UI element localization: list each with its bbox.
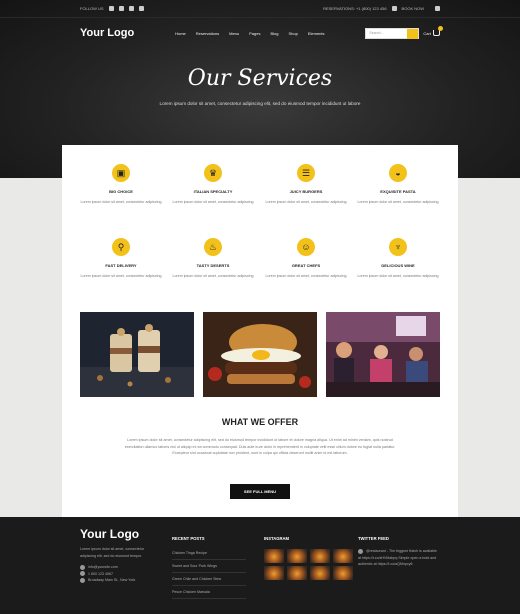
instagram-thumb[interactable] (264, 549, 284, 563)
scooter-icon: ⚲ (112, 238, 130, 256)
service-desc: Lorem ipsum dolor sit amet, consectetur … (80, 200, 162, 204)
instagram-thumb[interactable] (333, 566, 353, 580)
service-item: ♆ DELICIOUS WINE Lorem ipsum dolor sit a… (352, 238, 444, 279)
cupcake-icon: ♨ (204, 238, 222, 256)
service-title: DELICIOUS WINE (381, 263, 415, 268)
menu: Home Reservations Menu Pages Blog Shop E… (175, 31, 324, 36)
page-title: Our Services (187, 66, 333, 91)
hero-subtitle: Lorem ipsum dolor sit amet, consectetur … (159, 101, 361, 106)
burger-photo[interactable] (203, 312, 317, 397)
service-item: ⚲ FAST DELIVERY Lorem ipsum dolor sit am… (75, 238, 167, 279)
service-desc: Lorem ipsum dolor sit amet, consectetur … (357, 200, 439, 204)
instagram-title: INSTAGRAM (264, 536, 290, 541)
dessert-photo[interactable] (80, 312, 194, 397)
service-title: TASTY DESERTS (196, 263, 230, 268)
twitter-feed-title: TWITTER FEED (358, 536, 389, 541)
tweet-text: @restaurant - The biggest Hatch is avail… (358, 548, 437, 566)
burger-icon: ☰ (297, 164, 315, 182)
service-desc: Lorem ipsum dolor sit amet, consectetur … (357, 274, 439, 278)
footer-address: Broadway Main St., New York (80, 577, 160, 584)
instagram-thumb[interactable] (333, 549, 353, 563)
bag-icon: ▣ (112, 164, 130, 182)
search-placeholder: Search... (369, 31, 384, 35)
close-icon[interactable] (435, 6, 440, 11)
footer-about: Your Logo Lorem ipsum dolor sit amet, co… (80, 527, 160, 584)
phone-icon (80, 571, 85, 577)
instagram-icon[interactable] (128, 6, 134, 11)
nav-item-pages[interactable]: Pages (249, 31, 260, 36)
see-full-menu-button[interactable]: SEE FULL MENU (230, 484, 290, 499)
service-title: ITALIAN SPECIALTY (193, 189, 233, 194)
reservations-text: RESERVATIONS: +1 (800) 123 456 (323, 6, 387, 11)
chef-icon: ☺ (297, 238, 315, 256)
service-title: FAST DELIVERY (105, 263, 137, 268)
nav-item-elements[interactable]: Elements (308, 31, 325, 36)
service-desc: Lorem ipsum dolor sit amet, consectetur … (172, 200, 254, 204)
service-item: ◒ EXQUISITE PASTA Lorem ipsum dolor sit … (352, 164, 444, 205)
instagram-thumb[interactable] (264, 566, 284, 580)
footer-logo[interactable]: Your Logo (80, 527, 160, 541)
main-nav: Your Logo Home Reservations Menu Pages B… (80, 24, 443, 42)
top-bar: FOLLOW US RESERVATIONS: +1 (800) 123 456… (0, 0, 520, 18)
service-title: GREAT CHEFS (291, 263, 321, 268)
chef-hat-icon: ♛ (204, 164, 222, 182)
offer-title: WHAT WE OFFER (221, 417, 299, 427)
service-item: ☺ GREAT CHEFS Lorem ipsum dolor sit amet… (260, 238, 352, 279)
cart-label: Cart (423, 30, 431, 36)
youtube-icon[interactable] (138, 6, 144, 11)
footer-about-text: Lorem ipsum dolor sit amet, consectetur … (80, 547, 144, 558)
nav-tools: Search... Cart (365, 26, 443, 39)
footer-twitter: TWITTER FEED @restaurant - The biggest H… (358, 527, 440, 568)
service-desc: Lorem ipsum dolor sit amet, consectetur … (172, 274, 254, 278)
pasta-icon: ◒ (389, 164, 407, 182)
instagram-thumb[interactable] (287, 566, 307, 580)
recent-post-link[interactable]: Sweet and Sour Pork Wings (172, 560, 246, 573)
facebook-icon[interactable] (118, 6, 124, 11)
twitter-icon (358, 548, 363, 554)
instagram-thumb[interactable] (310, 549, 330, 563)
recent-post-link[interactable]: Chicken Tinga Recipe (172, 547, 246, 560)
nav-item-blog[interactable]: Blog (270, 31, 278, 36)
service-item: ♛ ITALIAN SPECIALTY Lorem ipsum dolor si… (167, 164, 259, 205)
service-title: EXQUISITE PASTA (380, 189, 416, 194)
service-desc: Lorem ipsum dolor sit amet, consectetur … (265, 200, 347, 204)
service-item: ☰ JUICY BURGERS Lorem ipsum dolor sit am… (260, 164, 352, 205)
instagram-thumb[interactable] (310, 566, 330, 580)
nav-item-shop[interactable]: Shop (288, 31, 297, 36)
mail-icon (80, 564, 85, 570)
cart-badge (437, 26, 443, 31)
cart-icon (432, 26, 443, 36)
footer-instagram: INSTAGRAM (264, 527, 354, 580)
nav-item-home[interactable]: Home (175, 31, 186, 36)
calendar-icon (391, 6, 397, 11)
instagram-thumb[interactable] (287, 549, 307, 563)
restaurant-photo[interactable] (326, 312, 440, 397)
service-item: ▣ BIG CHOICE Lorem ipsum dolor sit amet,… (75, 164, 167, 205)
location-icon (80, 577, 85, 583)
search-input[interactable]: Search... (365, 27, 420, 39)
service-item: ♨ TASTY DESERTS Lorem ipsum dolor sit am… (167, 238, 259, 279)
search-button[interactable] (407, 28, 419, 39)
offer-text: Lorem ipsum dolor sit amet, consectetur … (124, 438, 396, 456)
twitter-icon[interactable] (108, 6, 114, 11)
service-desc: Lorem ipsum dolor sit amet, consectetur … (265, 274, 347, 278)
recent-post-link[interactable]: Pesce Chicken Marsala (172, 586, 246, 599)
footer-recent-posts: RECENT POSTS Chicken Tinga Recipe Sweet … (172, 527, 252, 599)
site-logo[interactable]: Your Logo (80, 27, 134, 39)
follow-label: FOLLOW US (80, 6, 104, 11)
recent-post-link[interactable]: Green Chile and Chicken Stew (172, 573, 246, 586)
service-desc: Lorem ipsum dolor sit amet, consectetur … (80, 274, 162, 278)
nav-item-menu[interactable]: Menu (229, 31, 239, 36)
book-now-link[interactable]: BOOK NOW (402, 6, 424, 11)
instagram-grid (264, 549, 354, 580)
wine-icon: ♆ (389, 238, 407, 256)
footer: Your Logo Lorem ipsum dolor sit amet, co… (0, 517, 520, 614)
recent-posts-title: RECENT POSTS (172, 536, 205, 541)
service-title: JUICY BURGERS (289, 189, 323, 194)
nav-item-reservations[interactable]: Reservations (196, 31, 219, 36)
service-title: BIG CHOICE (109, 189, 133, 194)
cart-button[interactable]: Cart (423, 26, 443, 36)
